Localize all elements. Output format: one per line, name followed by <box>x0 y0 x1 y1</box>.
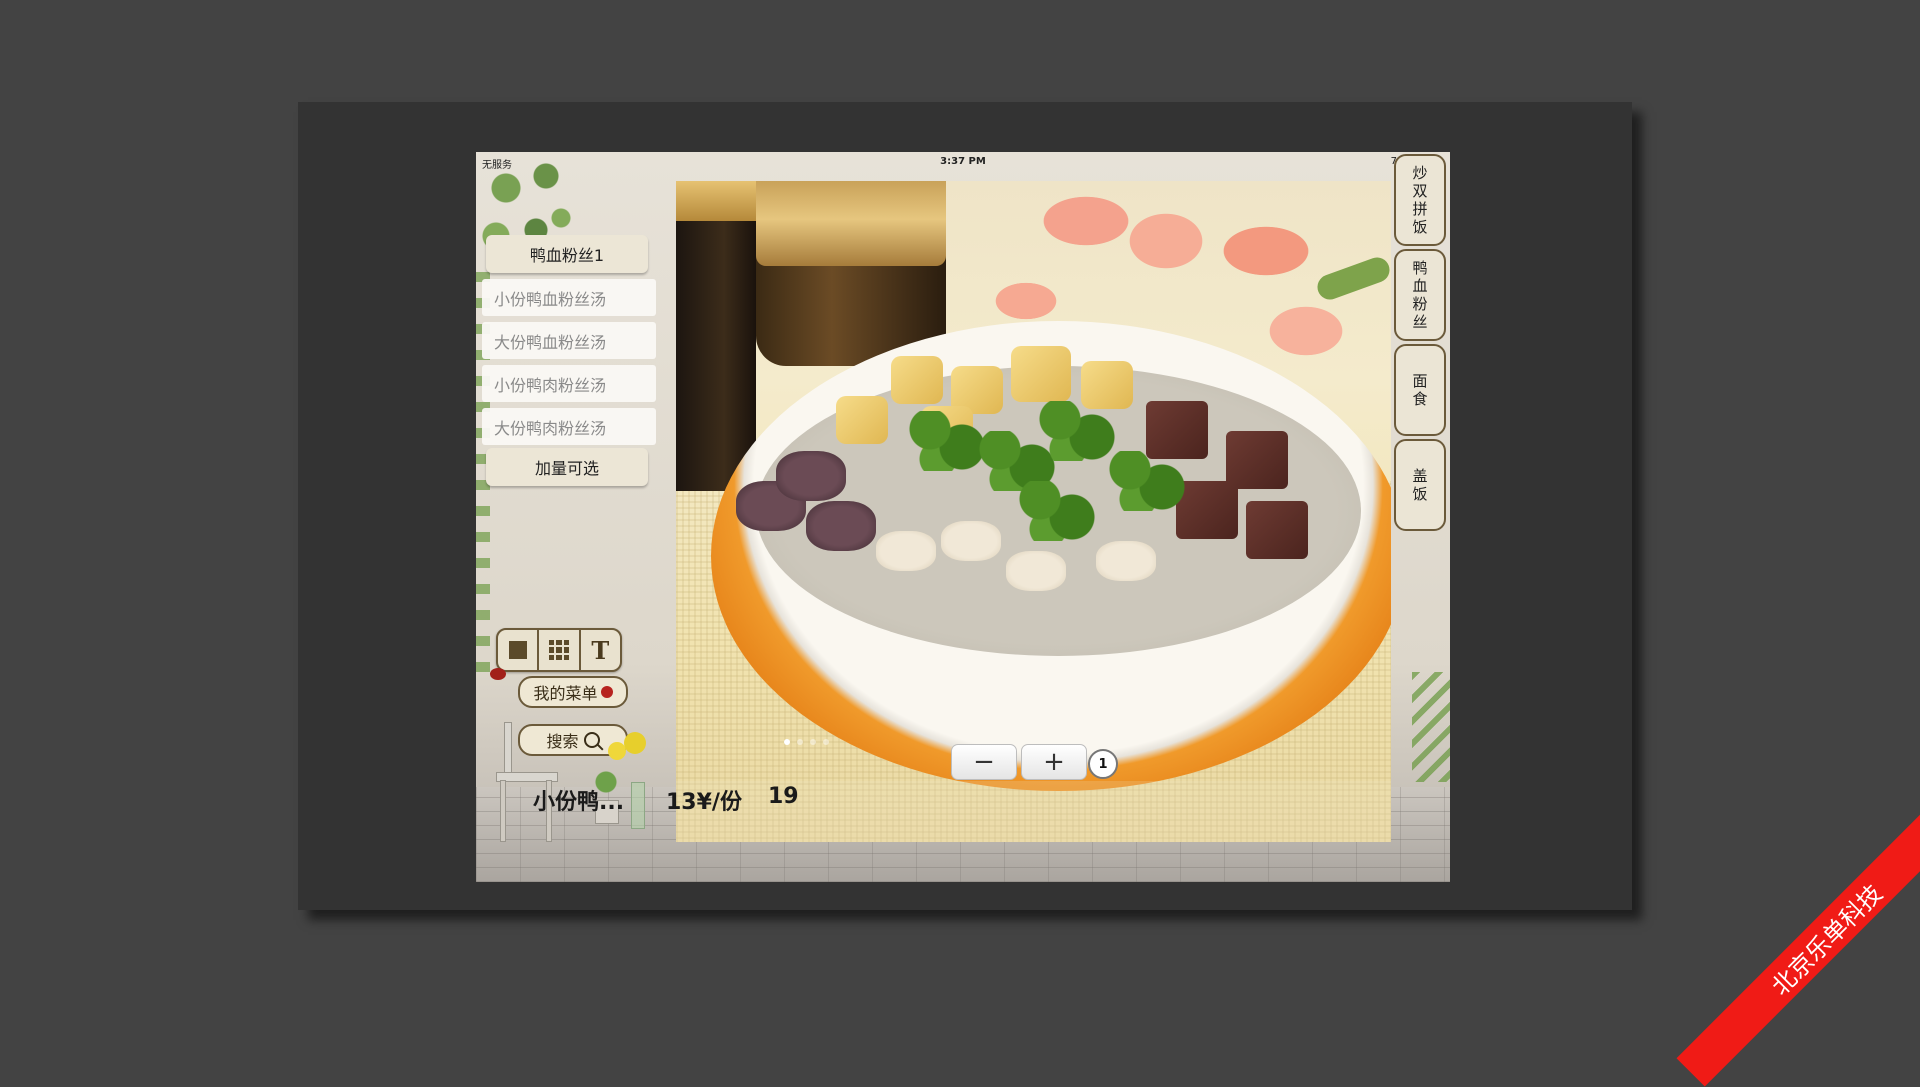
status-time: 3:37 PM <box>940 156 986 167</box>
category-tab-duck-blood-vermicelli[interactable]: 鸭血粉丝 <box>1394 249 1446 341</box>
duck-intestine <box>876 531 936 571</box>
dish-list-item[interactable]: 小份鸭血粉丝汤 <box>482 279 656 316</box>
quantity-stepper: − + <box>951 744 1087 780</box>
ipad-screen: 无服务 3:37 PM 76% 鸭血粉丝1 小份鸭血粉丝汤 大份鸭血粉丝汤 小份… <box>476 152 1450 882</box>
page-dot[interactable] <box>823 739 829 745</box>
view-mode-toggle: T <box>496 628 622 672</box>
fern-decoration <box>1412 672 1450 782</box>
page-indicator[interactable] <box>784 739 829 745</box>
grid-icon <box>548 640 569 660</box>
duck-gizzard <box>776 451 846 501</box>
duck-intestine <box>941 521 1001 561</box>
jar-lid <box>676 181 756 221</box>
jar-lid <box>756 181 946 266</box>
increase-button[interactable]: + <box>1021 744 1087 780</box>
search-label: 搜索 <box>546 732 579 751</box>
cilantro <box>1106 451 1186 511</box>
extra-options-button[interactable]: 加量可选 <box>486 448 648 486</box>
ladybug-decoration <box>490 668 506 680</box>
cilantro <box>1036 401 1116 461</box>
dish-name: 小份鸭... <box>533 790 625 815</box>
category-tab-fried-rice[interactable]: 炒双拼饭 <box>1394 154 1446 246</box>
flower-decoration <box>624 732 646 754</box>
sauce-jar <box>676 181 756 491</box>
duck-gizzard <box>806 501 876 551</box>
dish-count: 19 <box>768 784 799 809</box>
dish-list-item[interactable]: 大份鸭肉粉丝汤 <box>482 408 656 445</box>
grid-view-button[interactable] <box>539 630 581 670</box>
duck-liver <box>1096 541 1156 581</box>
text-view-button[interactable]: T <box>581 630 620 670</box>
my-menu-label: 我的菜单 <box>533 684 598 703</box>
category-tab-noodles[interactable]: 面食 <box>1394 344 1446 436</box>
dish-list-item[interactable]: 大份鸭血粉丝汤 <box>482 322 656 359</box>
duck-blood <box>1246 501 1308 559</box>
flower-decoration <box>608 742 626 760</box>
cilantro <box>1016 481 1096 541</box>
category-tab-rice-bowls[interactable]: 盖饭 <box>1394 439 1446 531</box>
square-icon <box>508 641 527 659</box>
duck-intestine <box>1006 551 1066 591</box>
page-dot[interactable] <box>784 739 790 745</box>
tofu-puff <box>1011 346 1071 402</box>
my-menu-button[interactable]: 我的菜单 <box>518 676 628 708</box>
watermark-ribbon: 北京乐单科技 <box>1676 789 1920 1087</box>
dish-list: 小份鸭血粉丝汤 大份鸭血粉丝汤 小份鸭肉粉丝汤 大份鸭肉粉丝汤 <box>482 279 656 451</box>
menu-group-title[interactable]: 鸭血粉丝1 <box>486 235 648 273</box>
quantity-badge: 1 <box>1088 749 1118 779</box>
tofu-puff <box>891 356 943 404</box>
dish-price: 13¥/份 <box>666 790 742 815</box>
text-icon: T <box>591 635 610 665</box>
search-icon <box>583 732 600 748</box>
status-bar: 无服务 3:37 PM 76% <box>476 152 1450 172</box>
dish-list-item[interactable]: 小份鸭肉粉丝汤 <box>482 365 656 402</box>
order-badge-icon <box>600 686 613 698</box>
single-view-button[interactable] <box>498 630 540 670</box>
page-dot[interactable] <box>797 739 803 745</box>
tofu-puff <box>836 396 888 444</box>
cilantro <box>906 411 986 471</box>
decrease-button[interactable]: − <box>951 744 1017 780</box>
page-dot[interactable] <box>810 739 816 745</box>
vase-decoration <box>631 782 645 829</box>
duck-blood <box>1226 431 1288 489</box>
